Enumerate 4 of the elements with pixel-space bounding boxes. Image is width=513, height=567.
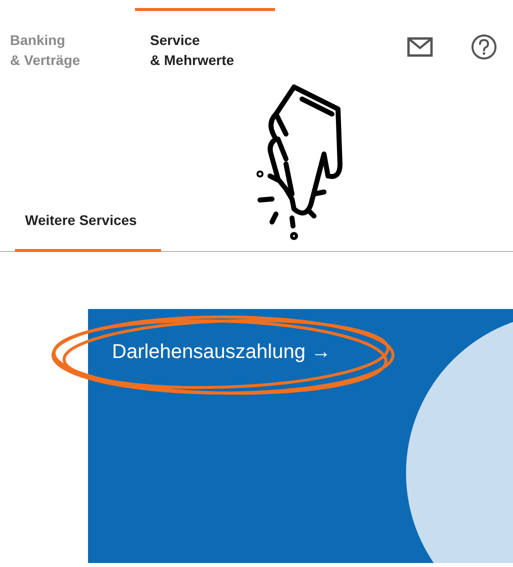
help-icon[interactable] bbox=[471, 34, 497, 60]
mail-icon[interactable] bbox=[407, 37, 433, 57]
nav-tab[interactable]: Service & Mehrwerte bbox=[135, 8, 275, 72]
sub-tab[interactable]: Weitere Services bbox=[15, 206, 161, 252]
